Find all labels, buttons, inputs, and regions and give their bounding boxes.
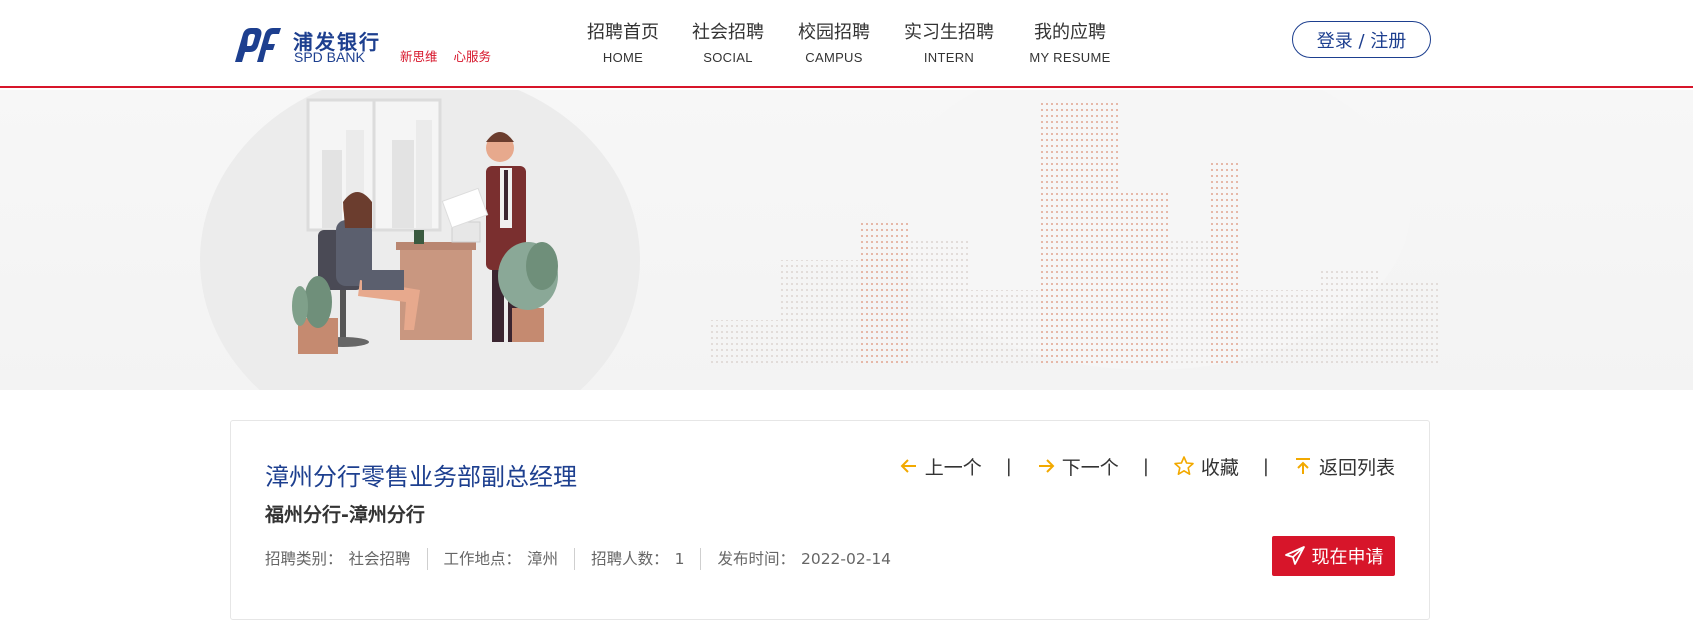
login-register-button[interactable]: 登录 / 注册 — [1292, 21, 1431, 58]
job-department: 福州分行-漳州分行 — [265, 504, 425, 526]
apply-now-button[interactable]: 现在申请 — [1272, 536, 1395, 576]
apply-now-label: 现在申请 — [1311, 547, 1384, 568]
nav-item-label-en: SOCIAL — [703, 50, 753, 65]
job-title: 漳州分行零售业务部副总经理 — [265, 463, 577, 491]
nav-item-campus[interactable]: 校园招聘 CAMPUS — [785, 18, 883, 65]
job-meta: 招聘类别： 社会招聘 工作地点： 漳州 招聘人数： 1 发布时间： 2022-02-14 — [265, 547, 907, 571]
top-header: 浦发银行 SPD BANK 新思维 心服务 招聘首页 HOME 社会招聘 SOCI… — [0, 0, 1693, 88]
spd-logo-icon — [235, 28, 281, 62]
nav-item-label-cn: 社会招聘 — [692, 22, 764, 43]
nav-item-label-en: CAMPUS — [805, 50, 863, 65]
next-job-link[interactable]: 下一个 — [1036, 453, 1119, 480]
prev-job-link[interactable]: 上一个 — [899, 453, 982, 480]
arrow-up-to-top-icon — [1295, 458, 1310, 474]
nav-item-label-en: HOME — [602, 50, 644, 65]
meta-value: 1 — [674, 550, 685, 568]
paper-plane-icon — [1284, 546, 1305, 565]
meta-value: 漳州 — [527, 550, 559, 568]
nav-item-intern[interactable]: 实习生招聘 INTERN — [889, 18, 1009, 65]
slogan-part-1: 新思维 — [400, 49, 438, 64]
brand-name-en: SPD BANK — [294, 49, 365, 65]
prev-job-label: 上一个 — [924, 456, 982, 479]
job-actions: 上一个 | 下一个 | 收藏 | 返回列表 — [899, 451, 1395, 481]
hero-banner — [0, 90, 1693, 390]
meta-label: 招聘类别： — [265, 550, 343, 568]
meta-publish-date: 发布时间： 2022-02-14 — [700, 548, 907, 570]
nav-item-label-cn: 校园招聘 — [798, 22, 870, 43]
back-to-list-link[interactable]: 返回列表 — [1293, 453, 1395, 480]
nav-item-home[interactable]: 招聘首页 HOME — [574, 18, 672, 65]
nav-item-label-cn: 招聘首页 — [587, 22, 659, 43]
nav-item-label-en: MY RESUME — [1029, 50, 1111, 65]
star-outline-icon — [1174, 456, 1194, 475]
nav-item-label-cn: 实习生招聘 — [904, 22, 994, 43]
slogan-part-2: 心服务 — [453, 49, 492, 64]
office-illustration — [200, 90, 1440, 390]
next-job-label: 下一个 — [1061, 456, 1119, 479]
arrow-right-icon — [1038, 459, 1055, 473]
nav-item-label-cn: 我的应聘 — [1034, 22, 1106, 43]
nav-item-social[interactable]: 社会招聘 SOCIAL — [679, 18, 777, 65]
brand-slogan: 新思维 心服务 — [400, 46, 491, 65]
action-separator: | — [1142, 455, 1149, 477]
meta-label: 发布时间： — [717, 550, 795, 568]
meta-label: 工作地点： — [443, 550, 522, 568]
nav-item-my-resume[interactable]: 我的应聘 MY RESUME — [1015, 18, 1125, 65]
back-to-list-label: 返回列表 — [1318, 456, 1395, 479]
nav-item-label-en: INTERN — [923, 50, 975, 65]
job-detail-card: 漳州分行零售业务部副总经理 福州分行-漳州分行 招聘类别： 社会招聘 工作地点： 漳… — [230, 420, 1430, 620]
meta-value: 2022-02-14 — [800, 550, 892, 568]
meta-headcount: 招聘人数： 1 — [574, 548, 700, 570]
meta-location: 工作地点： 漳州 — [426, 548, 575, 570]
arrow-left-icon — [900, 459, 916, 473]
meta-value: 社会招聘 — [348, 550, 411, 568]
action-separator: | — [1005, 455, 1012, 477]
favorite-button[interactable]: 收藏 — [1173, 453, 1239, 480]
favorite-label: 收藏 — [1200, 456, 1239, 479]
meta-label: 招聘人数： — [591, 550, 669, 568]
meta-category: 招聘类别： 社会招聘 — [265, 548, 427, 570]
action-separator: | — [1262, 455, 1269, 477]
brand-logo[interactable]: 浦发银行 SPD BANK 新思维 心服务 — [233, 24, 533, 68]
